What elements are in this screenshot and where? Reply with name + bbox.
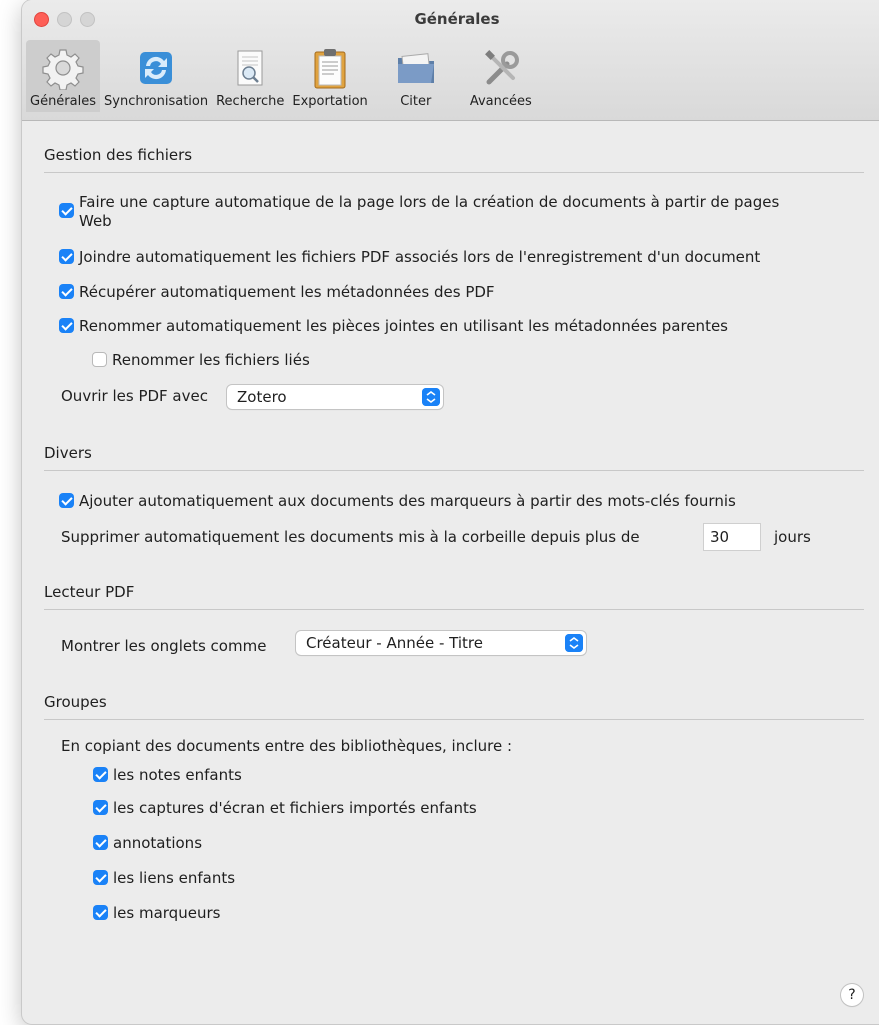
folder-icon (397, 53, 434, 83)
tools-icon (484, 50, 519, 85)
rename-linked-label: Renommer les fichiers liés (112, 351, 310, 369)
attach-pdf-option[interactable]: Joindre automatiquement les fichiers PDF… (59, 248, 760, 266)
auto-tags-checkbox[interactable] (59, 493, 74, 508)
section-misc: Divers (44, 444, 864, 471)
titlebar: Générales Générales Synchronisation Rech… (22, 0, 879, 121)
tab-export[interactable]: Exportation (288, 40, 371, 112)
open-pdf-value: Zotero (237, 388, 287, 406)
retrieve-metadata-checkbox[interactable] (59, 284, 74, 299)
child-links-option[interactable]: les liens enfants (93, 869, 235, 887)
gear-icon (42, 49, 84, 90)
tags-label: les marqueurs (113, 904, 221, 922)
section-title-file-management: Gestion des fichiers (44, 146, 193, 164)
section-title-misc: Divers (44, 444, 92, 462)
tab-search[interactable]: Recherche (212, 40, 288, 112)
tabs-label: Montrer les onglets comme (61, 637, 267, 655)
annotations-checkbox[interactable] (93, 835, 108, 850)
tab-advanced[interactable]: Avancées (460, 40, 536, 112)
snapshot-label: Faire une capture automatique de la page… (79, 193, 779, 231)
auto-tags-label: Ajouter automatiquement aux documents de… (79, 492, 736, 510)
section-file-management: Gestion des fichiers (44, 146, 864, 173)
tab-general[interactable]: Générales (26, 40, 101, 112)
search-document-icon (237, 50, 263, 86)
section-pdf-reader: Lecteur PDF (44, 583, 864, 610)
select-arrows-icon (422, 388, 440, 406)
snapshot-option[interactable]: Faire une capture automatique de la page… (59, 193, 859, 231)
tab-sync[interactable]: Synchronisation (100, 40, 212, 112)
annotations-option[interactable]: annotations (93, 834, 202, 852)
preferences-toolbar: Générales Synchronisation Recherche Expo… (26, 40, 536, 118)
rename-linked-option[interactable]: Renommer les fichiers liés (92, 351, 310, 369)
child-links-label: les liens enfants (113, 869, 236, 887)
select-arrows-icon (565, 634, 583, 652)
copy-include-label: En copiant des documents entre des bibli… (61, 737, 513, 755)
tab-cite[interactable]: Citer (372, 40, 460, 112)
trash-days-input[interactable]: 30 (704, 524, 760, 550)
tags-checkbox[interactable] (93, 905, 108, 920)
trash-prefix: Supprimer automatiquement les documents … (61, 528, 640, 546)
child-snapshots-label: les captures d'écran et fichiers importé… (113, 799, 477, 817)
tab-export-label: Exportation (292, 94, 368, 109)
rename-attachments-label: Renommer automatiquement les pièces join… (79, 317, 728, 335)
tags-option[interactable]: les marqueurs (93, 904, 220, 922)
tabs-format-value: Créateur - Année - Titre (306, 634, 483, 652)
retrieve-metadata-option[interactable]: Récupérer automatiquement les métadonnée… (59, 283, 495, 301)
open-pdf-select[interactable]: Zotero (227, 385, 443, 409)
divider (44, 609, 864, 610)
divider (44, 470, 864, 471)
child-notes-label: les notes enfants (113, 766, 242, 784)
annotations-label: annotations (113, 834, 203, 852)
window-title: Générales (414, 10, 500, 28)
tab-advanced-label: Avancées (469, 94, 532, 109)
child-snapshots-checkbox[interactable] (93, 800, 108, 815)
divider (44, 719, 864, 720)
auto-tags-option[interactable]: Ajouter automatiquement aux documents de… (59, 492, 736, 510)
preferences-window: Générales Générales Synchronisation Rech… (22, 0, 879, 1024)
help-button[interactable]: ? (841, 984, 863, 1006)
child-links-checkbox[interactable] (93, 870, 108, 885)
child-notes-option[interactable]: les notes enfants (93, 766, 242, 784)
child-notes-checkbox[interactable] (93, 767, 108, 782)
snapshot-label-line1: Faire une capture automatique de la page… (79, 193, 780, 211)
tab-cite-label: Citer (400, 94, 432, 109)
clipboard-icon (314, 49, 346, 89)
tab-search-label: Recherche (216, 94, 285, 109)
sync-icon (140, 52, 173, 84)
tab-sync-label: Synchronisation (104, 94, 209, 109)
rename-linked-checkbox[interactable] (92, 352, 107, 367)
open-pdf-label: Ouvrir les PDF avec (61, 387, 208, 405)
section-title-pdf-reader: Lecteur PDF (44, 583, 135, 601)
tab-general-label: Générales (30, 94, 97, 109)
snapshot-label-line2: Web (79, 212, 112, 230)
retrieve-metadata-label: Récupérer automatiquement les métadonnée… (79, 283, 495, 301)
trash-suffix: jours (774, 528, 811, 546)
rename-attachments-option[interactable]: Renommer automatiquement les pièces join… (59, 317, 728, 335)
attach-pdf-label: Joindre automatiquement les fichiers PDF… (79, 248, 761, 266)
attach-pdf-checkbox[interactable] (59, 249, 74, 264)
rename-attachments-checkbox[interactable] (59, 318, 74, 333)
snapshot-checkbox[interactable] (59, 203, 74, 218)
child-snapshots-option[interactable]: les captures d'écran et fichiers importé… (93, 799, 477, 817)
divider (44, 172, 864, 173)
section-title-groups: Groupes (44, 693, 107, 711)
section-groups: Groupes (44, 693, 864, 720)
tabs-format-select[interactable]: Créateur - Année - Titre (296, 631, 586, 655)
